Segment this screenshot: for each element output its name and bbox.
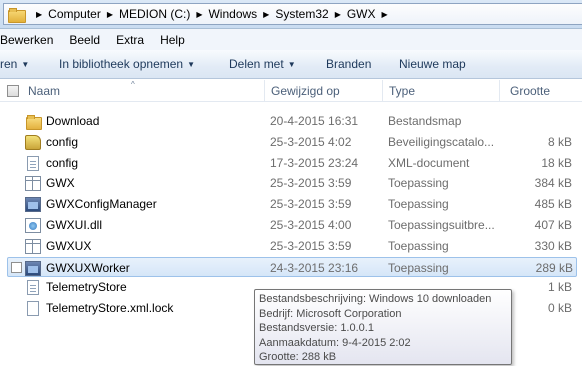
file-type: Toepassing [388,260,449,275]
share-with-button[interactable]: Delen met ▼ [229,57,296,71]
file-size: 289 kB [535,260,573,275]
application-window-icon [25,260,41,276]
file-name: TelemetryStore [46,280,127,295]
share-with-label: Delen met [229,57,284,71]
tooltip-size: Grootte: 288 kB [259,351,337,364]
dll-icon [25,217,41,233]
dropdown-arrow-icon: ▼ [287,60,296,69]
file-name: TelemetryStore.xml.lock [46,301,174,316]
file-list: Download 20-4-2015 16:31 Bestandsmap con… [0,111,582,319]
folder-icon [25,114,42,130]
file-size: 407 kB [534,217,572,232]
file-name: GWXUI.dll [46,217,103,232]
tooltip-version: Bestandsversie: 1.0.0.1 [259,322,374,335]
chevron-right-icon[interactable]: ▶ [196,10,202,19]
menu-edit[interactable]: Bewerken [0,33,53,47]
file-row-download[interactable]: Download 20-4-2015 16:31 Bestandsmap [0,111,582,132]
file-size: 0 kB [547,301,572,316]
folder-icon [8,7,26,23]
breadcrumb-gwx[interactable]: GWX [347,7,376,21]
file-name: GWXUXWorker [46,260,130,275]
application-icon [25,176,41,192]
menu-bar: Bewerken Beeld Extra Help [0,29,582,50]
menu-tools[interactable]: Extra [116,33,144,47]
file-info-tooltip: Bestandsbeschrijving: Windows 10 downloa… [254,289,512,365]
file-name: GWXConfigManager [46,197,157,212]
file-date: 25-3-2015 4:00 [270,217,352,232]
file-row-gwxui-dll[interactable]: GWXUI.dll 25-3-2015 4:00 Toepassingsuitb… [0,215,582,236]
menu-view[interactable]: Beeld [69,33,100,47]
breadcrumb-computer[interactable]: Computer [48,7,101,21]
file-date: 25-3-2015 3:59 [270,176,352,191]
dropdown-arrow-icon: ▼ [187,60,196,69]
file-name: config [46,155,79,170]
include-in-library-label: In bibliotheek opnemen [59,57,184,71]
file-icon [27,301,39,317]
tooltip-description: Bestandsbeschrijving: Windows 10 downloa… [259,293,492,305]
file-type: Toepassing [388,238,449,253]
file-size: 330 kB [534,238,572,253]
file-name: config [46,134,79,149]
command-bar: ren ▼ In bibliotheek opnemen ▼ Delen met ▼ … [0,50,582,79]
file-row-config-catalog[interactable]: config 25-3-2015 4:02 Beveiligingscatalo… [0,132,582,153]
burn-button[interactable]: Branden [326,57,371,71]
row-checkbox[interactable] [11,261,22,273]
organize-label: ren [0,57,18,71]
tooltip-created: Aanmaakdatum: 9-4-2015 2:02 [259,336,411,349]
chevron-right-icon[interactable]: ▶ [107,10,113,19]
file-type: Toepassing [388,197,449,212]
xml-document-icon [27,280,39,296]
address-bar-container: ▶ Computer ▶ MEDION (C:) ▶ Windows ▶ Sys… [0,0,582,29]
column-name[interactable]: Naam [22,80,264,102]
security-catalog-icon [25,134,41,150]
address-bar[interactable]: ▶ Computer ▶ MEDION (C:) ▶ Windows ▶ Sys… [3,3,582,25]
tooltip-company: Bedrijf: Microsoft Corporation [259,307,402,320]
file-type: Toepassing [388,176,449,191]
organize-button[interactable]: ren ▼ [0,57,29,71]
xml-document-icon [27,155,39,171]
chevron-right-icon[interactable]: ▶ [36,10,42,19]
file-date: 25-3-2015 4:02 [270,134,352,149]
file-size: 485 kB [534,197,572,212]
file-type: Bestandsmap [388,114,462,128]
chevron-right-icon[interactable]: ▶ [335,10,341,19]
file-size: 18 kB [541,155,572,170]
chevron-right-icon[interactable]: ▶ [263,10,269,19]
file-row-gwxuxworker[interactable]: GWXUXWorker 24-3-2015 23:16 Toepassing 2… [7,256,577,278]
file-name: GWXUX [46,238,92,253]
breadcrumb-drive[interactable]: MEDION (C:) [119,7,190,21]
file-date: 20-4-2015 16:31 [270,114,359,128]
breadcrumb-windows[interactable]: Windows [208,7,257,21]
file-name: Download [46,114,100,128]
file-size: 1 kB [547,280,572,295]
column-size[interactable]: Grootte [499,80,582,102]
file-size: 8 kB [547,134,572,149]
chevron-right-icon[interactable]: ▶ [382,10,388,19]
select-all-checkbox[interactable] [7,85,19,97]
file-row-config-xml[interactable]: config 17-3-2015 23:24 XML-document 18 k… [0,153,582,174]
file-type: XML-document [388,155,470,170]
dropdown-arrow-icon: ▼ [21,60,30,69]
file-type: Toepassingsuitbre... [388,217,495,232]
application-window-icon [25,197,41,213]
file-date: 25-3-2015 3:59 [270,197,352,212]
file-date: 25-3-2015 3:59 [270,238,352,253]
file-size: 384 kB [534,176,572,191]
include-in-library-button[interactable]: In bibliotheek opnemen ▼ [59,57,195,71]
menu-help[interactable]: Help [160,33,185,47]
file-row-gwx[interactable]: GWX 25-3-2015 3:59 Toepassing 384 kB [0,173,582,194]
column-type[interactable]: Type [382,80,499,102]
breadcrumb-system32[interactable]: System32 [275,7,328,21]
column-date-modified[interactable]: Gewijzigd op [264,80,382,102]
file-date: 17-3-2015 23:24 [270,155,359,170]
file-date: 24-3-2015 23:16 [270,260,359,275]
file-type: Beveiligingscatalo... [388,134,495,149]
new-folder-button[interactable]: Nieuwe map [399,57,466,71]
application-icon [25,238,41,254]
column-header-row: ^ Naam Gewijzigd op Type Grootte [0,80,582,102]
file-row-gwxconfigmanager[interactable]: GWXConfigManager 25-3-2015 3:59 Toepassi… [0,194,582,215]
file-name: GWX [46,176,75,191]
file-row-gwxux[interactable]: GWXUX 25-3-2015 3:59 Toepassing 330 kB [0,236,582,257]
